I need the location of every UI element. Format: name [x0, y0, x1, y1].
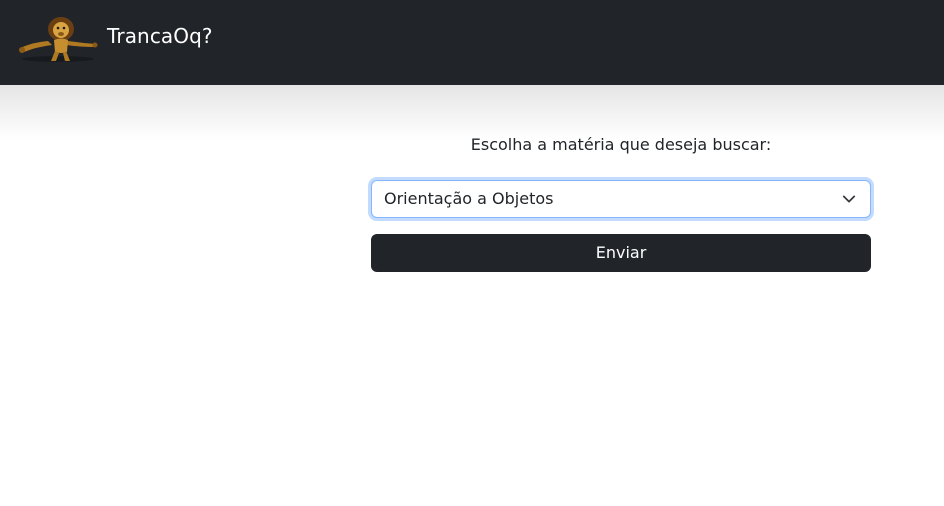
brand-name: TrancaOq?	[107, 24, 213, 48]
subject-label: Escolha a matéria que deseja buscar:	[470, 135, 772, 154]
lion-mascot-icon	[19, 17, 98, 62]
chevron-down-icon	[842, 195, 856, 203]
subject-select[interactable]: Orientação a Objetos	[371, 180, 871, 218]
submit-button[interactable]: Enviar	[371, 234, 871, 272]
brand-link[interactable]: TrancaOq?	[18, 14, 213, 64]
subject-select-value: Orientação a Objetos	[384, 189, 554, 208]
navbar: TrancaOq?	[0, 0, 944, 85]
search-form: Escolha a matéria que deseja buscar: Ori…	[371, 130, 871, 272]
